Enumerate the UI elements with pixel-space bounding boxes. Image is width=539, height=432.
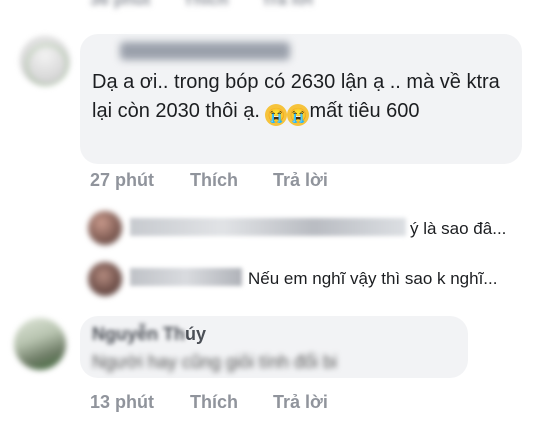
previous-comment-actions: 36 phút Thích Trả lời [90, 0, 341, 10]
reply-text: Nếu em nghĩ vậy thì sao k nghĩ... [248, 269, 498, 288]
comment-text-redacted: Người hay cũng giỏi tính đổi bi [92, 352, 337, 372]
reply-text: ý là sao đâ... [410, 219, 507, 238]
comment-bubble: Dạ a ơi.. trong bóp có 2630 lận ạ .. mà … [80, 34, 522, 164]
comment-text-tail: mất tiêu 600 [309, 100, 420, 122]
commenter-name-redacted[interactable] [120, 42, 290, 60]
reply-redacted-text [130, 218, 406, 236]
reply-link[interactable]: Trả lời [273, 392, 328, 413]
comment-actions: 13 phút Thích Trả lời [90, 392, 328, 413]
comment-time[interactable]: 27 phút [90, 170, 185, 191]
crying-emoji-icon: 😭 [287, 104, 310, 126]
like-link[interactable]: Thích [190, 392, 268, 413]
comment-text: Dạ a ơi.. trong bóp có 2630 lận ạ .. mà … [92, 68, 512, 126]
reply-redacted-text [130, 268, 242, 286]
crying-emoji-icon: 😭 [265, 104, 288, 126]
comment-bubble: Nguyễn Thúy Người hay cũng giỏi tính đổi… [80, 316, 468, 378]
avatar[interactable] [14, 318, 66, 370]
previous-like-link[interactable]: Thích [183, 0, 228, 9]
previous-reply-link[interactable]: Trả lời [261, 0, 313, 9]
commenter-name[interactable]: Nguyễn Thúy [92, 324, 206, 345]
like-link[interactable]: Thích [190, 170, 268, 191]
previous-time: 36 phút [90, 0, 150, 9]
reply-link[interactable]: Trả lời [273, 170, 328, 191]
avatar[interactable] [88, 211, 122, 245]
comment-time[interactable]: 13 phút [90, 392, 185, 413]
avatar[interactable] [20, 36, 70, 86]
comment-actions: 27 phút Thích Trả lời [90, 170, 328, 191]
reply-item[interactable]: ý là sao đâ... [130, 218, 520, 239]
reply-item[interactable]: Nếu em nghĩ vậy thì sao k nghĩ... [130, 268, 520, 289]
avatar[interactable] [88, 262, 122, 296]
